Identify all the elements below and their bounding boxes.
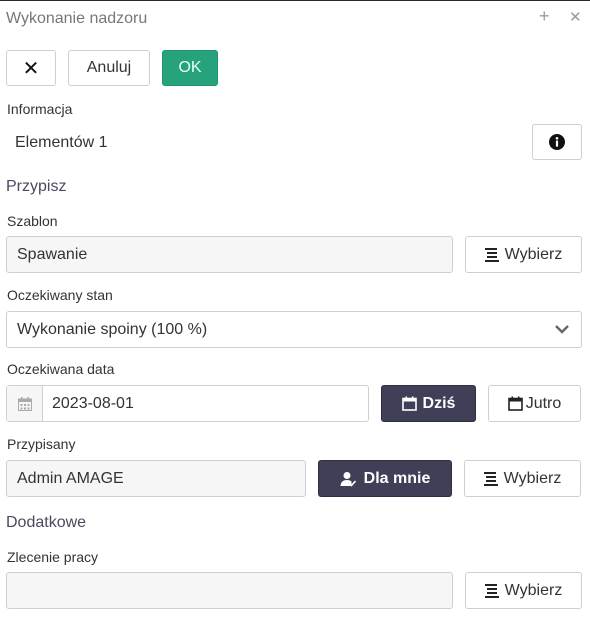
chevron-down-icon [555,325,569,334]
expected-date-input[interactable]: 2023-08-01 [6,385,369,422]
work-order-label: Zlecenie pracy [7,549,99,565]
ok-button[interactable]: OK [162,50,218,86]
window-top-border [0,0,590,1]
calendar-icon [401,396,417,411]
template-choose-button[interactable]: Wybierz [465,236,582,273]
list-icon [484,583,499,598]
assignee-choose-label: Wybierz [503,469,562,487]
cancel-button[interactable]: Anuluj [68,50,150,86]
additional-section-heading: Dodatkowe [6,514,87,531]
maximize-plus-icon[interactable]: + [539,7,550,25]
expected-state-label: Oczekiwany stan [7,287,113,303]
list-icon [484,247,499,262]
work-order-choose-button[interactable]: Wybierz [465,572,582,609]
tomorrow-label: Jutro [525,394,562,412]
close-icon: ✕ [22,57,40,80]
expected-state-select[interactable]: Wykonanie spoiny (100 %) [6,311,582,348]
for-me-label: Dla mnie [363,469,431,487]
work-order-field[interactable] [6,572,453,609]
today-label: Dziś [422,394,456,412]
assignee-choose-button[interactable]: Wybierz [464,460,581,497]
tomorrow-button[interactable]: Jutro [488,385,581,422]
info-value: Elementów 1 [15,134,108,151]
calendar-icon [17,396,32,411]
dialog-title: Wykonanie nadzoru [6,10,148,27]
for-me-button[interactable]: Dla mnie [318,460,452,497]
template-choose-label: Wybierz [504,245,563,263]
template-label: Szablon [7,213,58,229]
calendar-icon [507,396,523,411]
today-button[interactable]: Dziś [381,385,476,422]
expected-date-label: Oczekiwana data [7,361,115,377]
window-close-icon[interactable]: ✕ [569,9,582,27]
assignee-field[interactable]: Admin AMAGE [6,460,306,497]
info-icon [549,134,565,150]
info-heading: Informacja [7,101,73,117]
date-addon[interactable] [7,386,43,421]
user-check-icon [340,471,356,487]
assignee-label: Przypisany [7,436,76,452]
expected-date-value: 2023-08-01 [52,394,134,412]
assign-section-heading: Przypisz [6,178,67,195]
work-order-choose-label: Wybierz [504,581,563,599]
expected-state-value: Wykonanie spoiny (100 %) [17,320,208,338]
template-field[interactable]: Spawanie [6,236,453,273]
info-button[interactable] [532,124,582,160]
list-icon [483,471,498,486]
close-button[interactable]: ✕ [6,50,56,86]
